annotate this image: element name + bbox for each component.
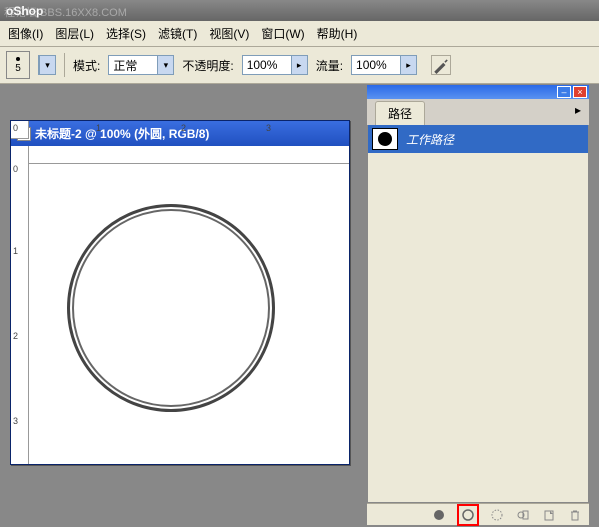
menu-window[interactable]: 窗口(W) [261, 25, 304, 42]
fill-path-button[interactable] [431, 507, 447, 523]
menu-view[interactable]: 视图(V) [209, 25, 249, 42]
chevron-down-icon: ▾ [157, 56, 173, 74]
selection-to-path-button[interactable] [515, 507, 531, 523]
document-window: 未标题-2 @ 100% (外圆, RGB/8) 0 1 2 3 0 1 2 3 [10, 120, 350, 465]
menu-image[interactable]: 图像(I) [8, 25, 43, 42]
panel-tabs: 路径 ▸ [367, 99, 589, 125]
path-list: 工作路径 [367, 125, 589, 503]
circle-path-shape [67, 204, 275, 412]
document-titlebar[interactable]: 未标题-2 @ 100% (外圆, RGB/8) [11, 121, 349, 146]
menu-bar: 图像(I) 图层(L) 选择(S) 滤镜(T) 视图(V) 窗口(W) 帮助(H… [0, 21, 599, 47]
path-item-work-path[interactable]: 工作路径 [368, 125, 588, 153]
mode-value[interactable] [109, 56, 157, 74]
horizontal-ruler: 0 1 2 3 [29, 146, 349, 164]
mode-select[interactable]: ▾ [108, 55, 174, 75]
app-chrome: oShop 图像(I) 图层(L) 选择(S) 滤镜(T) 视图(V) 窗口(W… [0, 0, 599, 84]
delete-path-button[interactable] [567, 507, 583, 523]
brush-size-value: 5 [15, 63, 21, 74]
highlight-annotation [457, 504, 479, 526]
mode-label: 模式: [73, 57, 100, 74]
app-title: oShop [6, 4, 43, 18]
path-thumbnail [372, 128, 398, 150]
flow-label: 流量: [316, 57, 343, 74]
minimize-icon[interactable]: – [557, 86, 571, 98]
arrow-right-icon: ▸ [291, 56, 307, 74]
vertical-ruler: 0 1 2 3 [11, 146, 29, 464]
menu-filter[interactable]: 滤镜(T) [158, 25, 197, 42]
path-name: 工作路径 [406, 131, 454, 148]
path-to-selection-button[interactable] [489, 507, 505, 523]
paths-panel: – × 路径 ▸ 工作路径 [367, 85, 589, 525]
brush-arrow[interactable]: ▾ [38, 55, 56, 75]
opacity-input[interactable]: ▸ [242, 55, 308, 75]
panel-header[interactable]: – × [367, 85, 589, 99]
panel-footer [367, 503, 589, 525]
airbrush-toggle[interactable] [431, 55, 451, 75]
opacity-value[interactable] [243, 56, 291, 74]
arrow-right-icon: ▸ [400, 56, 416, 74]
menu-layer[interactable]: 图层(L) [55, 25, 94, 42]
stroke-path-button[interactable] [460, 507, 476, 523]
brush-dot-icon [16, 57, 20, 61]
menu-help[interactable]: 帮助(H) [317, 25, 358, 42]
canvas[interactable] [29, 164, 349, 464]
menu-select[interactable]: 选择(S) [106, 25, 146, 42]
close-icon[interactable]: × [573, 86, 587, 98]
panel-menu-icon[interactable]: ▸ [569, 101, 587, 125]
flow-value[interactable] [352, 56, 400, 74]
tab-paths[interactable]: 路径 [375, 101, 425, 125]
airbrush-icon [432, 56, 450, 74]
new-path-button[interactable] [541, 507, 557, 523]
flow-input[interactable]: ▸ [351, 55, 417, 75]
separator [64, 53, 65, 77]
app-titlebar: oShop [0, 0, 599, 21]
opacity-label: 不透明度: [182, 57, 233, 74]
workspace: 未标题-2 @ 100% (外圆, RGB/8) 0 1 2 3 0 1 2 3 [0, 85, 599, 527]
tool-options-bar: 5 ▾ 模式: ▾ 不透明度: ▸ 流量: ▸ [0, 47, 599, 84]
brush-preset-picker[interactable]: 5 [6, 51, 30, 79]
